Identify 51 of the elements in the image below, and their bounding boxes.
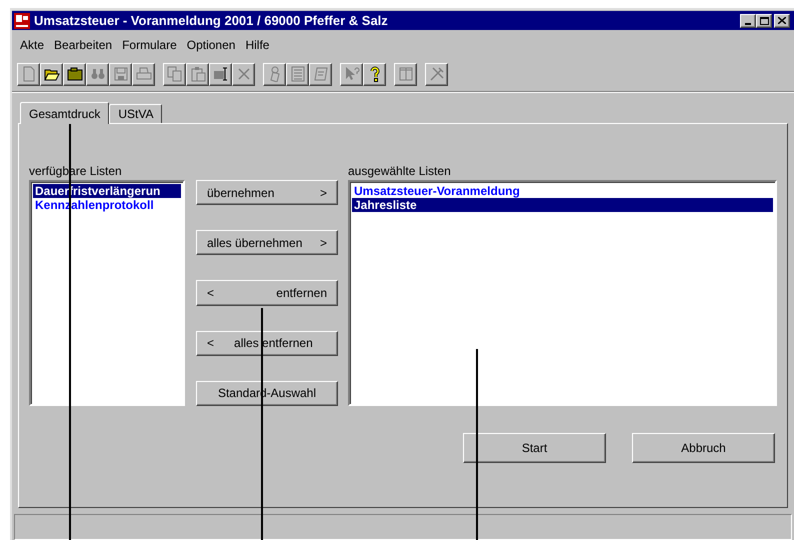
- arrow-glyph: >: [320, 184, 327, 202]
- dialog-button[interactable]: Start: [463, 433, 606, 463]
- arrow-glyph: >: [320, 234, 327, 252]
- list-item[interactable]: Dauerfristverlängerun: [33, 184, 181, 198]
- button-label: entfernen: [276, 285, 327, 302]
- maximize-button[interactable]: [756, 14, 772, 28]
- maximize-icon: [760, 16, 768, 24]
- toolbar-button[interactable]: [17, 62, 40, 86]
- tab[interactable]: UStVA: [109, 104, 162, 123]
- toolbar-button[interactable]: [63, 62, 86, 86]
- toolbar-button[interactable]: [86, 62, 109, 86]
- list-item[interactable]: Jahresliste: [352, 198, 773, 212]
- toolbar-button[interactable]: [209, 62, 232, 86]
- move-button[interactable]: < entfernen: [196, 280, 338, 306]
- toolbar-button[interactable]: [363, 62, 386, 86]
- app-logo-icon: [14, 12, 30, 28]
- list-item[interactable]: Umsatzsteuer-Voranmeldung: [352, 184, 773, 198]
- move-button[interactable]: < alles entfernen: [196, 330, 338, 356]
- window-title: Umsatzsteuer - Voranmeldung 2001 / 69000 Pfeffer & Salz: [34, 12, 389, 30]
- toolbar-button[interactable]: [132, 62, 155, 86]
- move-button[interactable]: übernehmen >: [196, 180, 338, 206]
- menu-item[interactable]: Bearbeiten: [54, 36, 112, 54]
- button-label: alles übernehmen: [207, 234, 302, 252]
- menu-item[interactable]: Optionen: [186, 36, 236, 54]
- tab[interactable]: Gesamtdruck: [20, 102, 110, 124]
- menu-item[interactable]: Hilfe: [245, 36, 270, 54]
- toolbar-button[interactable]: [263, 62, 286, 86]
- move-button[interactable]: alles übernehmen >: [196, 230, 338, 256]
- close-button[interactable]: [774, 14, 790, 28]
- toolbar-button[interactable]: [309, 62, 332, 86]
- arrow-glyph: <: [207, 335, 214, 352]
- toolbar-button[interactable]: [340, 62, 363, 86]
- toolbar-button[interactable]: [425, 62, 448, 86]
- list-label: ausgewählte Listen: [348, 163, 452, 180]
- button-label: übernehmen: [207, 184, 274, 202]
- arrow-glyph: <: [207, 285, 214, 302]
- toolbar-button[interactable]: [232, 62, 255, 86]
- toolbar-button[interactable]: [186, 62, 209, 86]
- toolbar-button[interactable]: [394, 62, 417, 86]
- toolbar-button[interactable]: [109, 62, 132, 86]
- minimize-button[interactable]: [740, 14, 756, 28]
- minimize-icon: [745, 22, 751, 24]
- menu-item[interactable]: Akte: [20, 36, 44, 54]
- menu-item[interactable]: Formulare: [122, 36, 177, 54]
- list-box[interactable]: Umsatzsteuer-Voranmeldung Jahresliste: [348, 180, 777, 406]
- dialog-button[interactable]: Abbruch: [632, 433, 775, 463]
- close-icon: [778, 17, 786, 24]
- toolbar-button[interactable]: [163, 62, 186, 86]
- toolbar-button[interactable]: [40, 62, 63, 86]
- toolbar-button[interactable]: [286, 62, 309, 86]
- button-label: alles entfernen: [234, 335, 313, 352]
